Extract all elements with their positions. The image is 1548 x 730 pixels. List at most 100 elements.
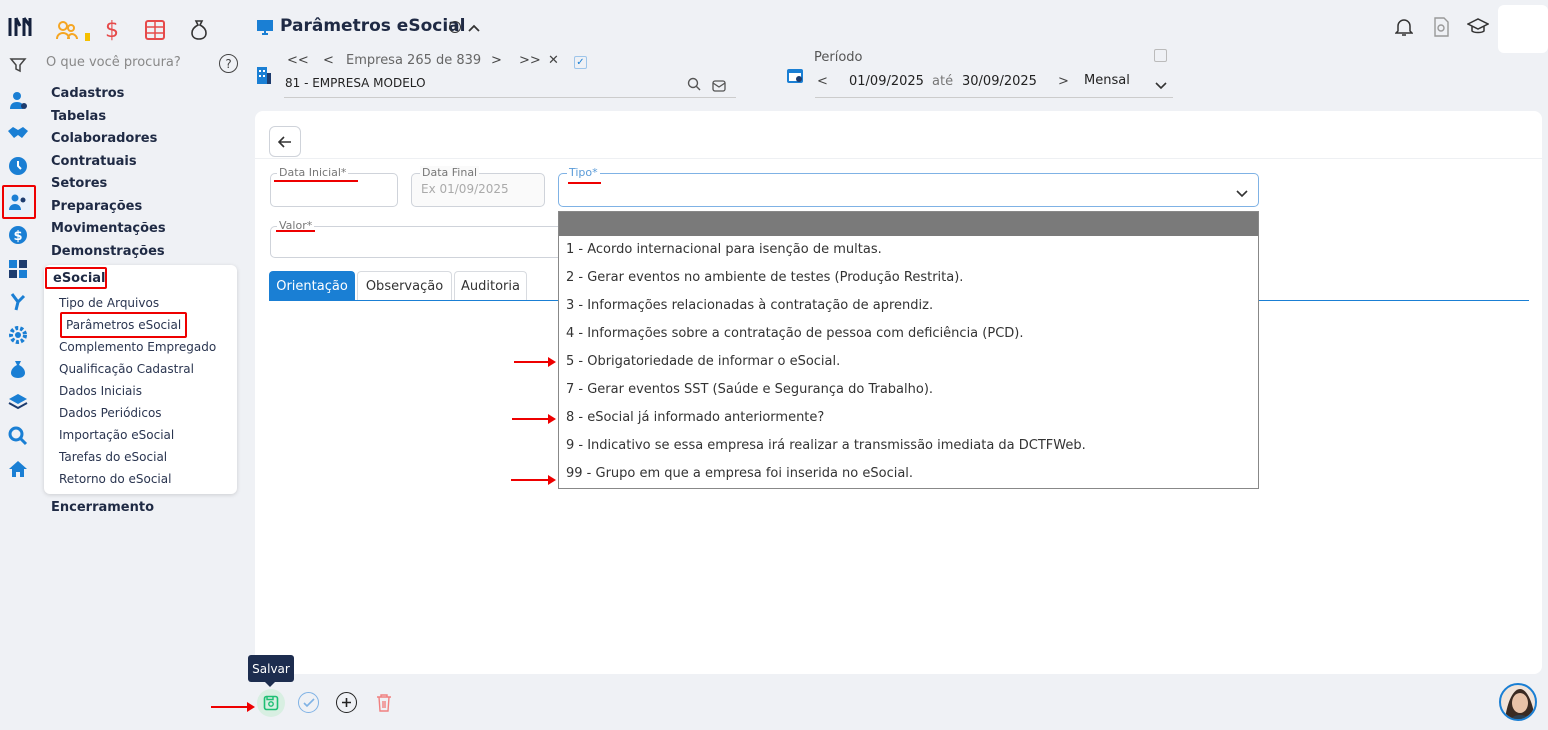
sidebar-item-encerramento[interactable]: Encerramento <box>51 500 154 515</box>
gear-icon[interactable] <box>6 323 30 347</box>
sidebar-search-input[interactable]: O que você procura? <box>46 55 181 70</box>
submenu-item-complemento-empregado[interactable]: Complemento Empregado <box>59 340 216 354</box>
back-button[interactable] <box>269 126 301 157</box>
add-icon[interactable] <box>336 692 357 713</box>
chevron-down-icon[interactable] <box>1154 76 1168 90</box>
company-name-field[interactable]: 81 - EMPRESA MODELO <box>285 76 426 90</box>
first-company-button[interactable]: << <box>287 53 309 68</box>
save-button[interactable] <box>257 689 285 717</box>
tools-icon[interactable] <box>6 290 30 314</box>
delete-icon[interactable] <box>376 693 392 712</box>
calculator-icon[interactable] <box>6 257 30 281</box>
sidebar-item-tabelas[interactable]: Tabelas <box>51 109 106 124</box>
mail-icon[interactable] <box>712 77 726 92</box>
graduation-cap-icon[interactable] <box>1466 17 1490 37</box>
page-title: Parâmetros eSocial <box>280 16 466 36</box>
annotation-arrow <box>511 475 556 485</box>
document-search-icon[interactable] <box>1432 17 1450 37</box>
money-bag-icon[interactable] <box>6 357 30 381</box>
period-until-label: até <box>932 74 954 89</box>
valor-field[interactable] <box>270 226 570 258</box>
prev-company-button[interactable]: < <box>323 53 334 68</box>
period-underline <box>815 97 1173 98</box>
submenu-item-tarefas-esocial[interactable]: Tarefas do eSocial <box>59 450 167 464</box>
currency-icon[interactable]: $ <box>100 17 124 43</box>
monitor-icon <box>256 18 274 36</box>
prev-period-button[interactable]: < <box>817 74 828 89</box>
dropdown-option[interactable]: 4 - Informações sobre a contratação de p… <box>566 326 1023 341</box>
annotation-arrow <box>211 702 255 712</box>
tab-observacao[interactable]: Observação <box>357 271 452 300</box>
save-tooltip: Salvar <box>248 655 294 682</box>
data-final-placeholder: Ex 01/09/2025 <box>421 182 509 196</box>
help-icon[interactable]: ? <box>219 54 238 73</box>
sidebar-item-setores[interactable]: Setores <box>51 176 107 191</box>
annotation-box-esocial <box>45 267 107 289</box>
panel-header-divider <box>255 158 1542 159</box>
dropdown-option[interactable]: 7 - Gerar eventos SST (Saúde e Segurança… <box>566 382 933 397</box>
calendar-icon <box>786 66 804 84</box>
sidebar-item-preparacoes[interactable]: Preparações <box>51 199 142 214</box>
sidebar-item-demonstracoes[interactable]: Demonstrações <box>51 244 165 259</box>
handshake-icon[interactable] <box>6 121 30 145</box>
annotation-underline-valor <box>276 230 315 232</box>
tipo-select[interactable] <box>558 173 1259 207</box>
company-field-underline <box>284 97 736 98</box>
home-icon[interactable] <box>6 457 30 481</box>
app-logo[interactable] <box>8 15 32 39</box>
filter-icon[interactable] <box>6 53 30 77</box>
period-start[interactable]: 01/09/2025 <box>849 74 924 89</box>
sidebar-item-colaboradores[interactable]: Colaboradores <box>51 131 157 146</box>
building-icon <box>256 65 272 85</box>
next-company-button[interactable]: > <box>491 53 502 68</box>
chevron-up-icon[interactable] <box>467 20 481 34</box>
spreadsheet-icon[interactable] <box>143 18 167 42</box>
dropdown-option[interactable]: 8 - eSocial já informado anteriormente? <box>566 410 824 425</box>
company-counter: Empresa 265 de 839 <box>346 53 482 68</box>
sidebar-item-movimentacoes[interactable]: Movimentações <box>51 221 166 236</box>
sidebar-item-cadastros[interactable]: Cadastros <box>51 86 124 101</box>
dropdown-option[interactable]: 9 - Indicativo se essa empresa irá reali… <box>566 438 1086 453</box>
bell-icon[interactable] <box>1394 17 1414 37</box>
info-icon[interactable]: i <box>449 21 461 33</box>
period-mode-select[interactable]: Mensal <box>1084 73 1130 88</box>
submenu-item-dados-periodicos[interactable]: Dados Periódicos <box>59 406 162 420</box>
submenu-item-importacao-esocial[interactable]: Importação eSocial <box>59 428 174 442</box>
people-icon[interactable] <box>55 18 79 42</box>
tab-indicator <box>85 33 90 41</box>
dropdown-option[interactable]: 3 - Informações relacionadas à contrataç… <box>566 298 933 313</box>
profile-slot[interactable] <box>1498 5 1548 53</box>
dropdown-option[interactable]: 99 - Grupo em que a empresa foi inserida… <box>566 466 913 481</box>
clock-icon[interactable] <box>6 154 30 178</box>
submenu-item-retorno-esocial[interactable]: Retorno do eSocial <box>59 472 171 486</box>
dollar-icon[interactable]: $ <box>6 223 30 247</box>
confirm-icon[interactable] <box>298 692 319 713</box>
annotation-underline-tipo <box>568 182 601 184</box>
period-end[interactable]: 30/09/2025 <box>962 74 1037 89</box>
dropdown-option[interactable]: 1 - Acordo internacional para isenção de… <box>566 242 882 257</box>
last-company-button[interactable]: >> <box>519 53 541 68</box>
users-icon[interactable] <box>6 190 30 214</box>
close-icon[interactable]: ✕ <box>548 53 559 68</box>
dropdown-empty-option[interactable] <box>559 212 1258 236</box>
sidebar-item-contratuais[interactable]: Contratuais <box>51 154 137 169</box>
submenu-item-dados-iniciais[interactable]: Dados Iniciais <box>59 384 142 398</box>
user-add-icon[interactable] <box>6 88 30 112</box>
tipo-label: Tipo* <box>567 166 600 179</box>
next-period-button[interactable]: > <box>1058 74 1069 89</box>
dropdown-option[interactable]: 2 - Gerar eventos no ambiente de testes … <box>566 270 963 285</box>
submenu-item-qualificacao-cadastral[interactable]: Qualificação Cadastral <box>59 362 194 376</box>
dropdown-option[interactable]: 5 - Obrigatoriedade de informar o eSocia… <box>566 354 840 369</box>
money-pouch-icon[interactable] <box>187 18 211 42</box>
tab-orientacao[interactable]: Orientação <box>269 271 355 300</box>
layers-icon[interactable] <box>6 390 30 414</box>
submenu-item-tipo-arquivos[interactable]: Tipo de Arquivos <box>59 296 159 310</box>
tooltip-arrow <box>265 682 275 687</box>
user-avatar[interactable] <box>1499 683 1537 721</box>
search-icon[interactable] <box>6 424 30 448</box>
period-checkbox[interactable] <box>1154 49 1167 62</box>
search-company-icon[interactable] <box>687 76 701 91</box>
tab-auditoria[interactable]: Auditoria <box>454 271 527 300</box>
company-checkbox[interactable]: ✓ <box>574 56 587 69</box>
tipo-chevron-down-icon[interactable] <box>1235 184 1249 198</box>
